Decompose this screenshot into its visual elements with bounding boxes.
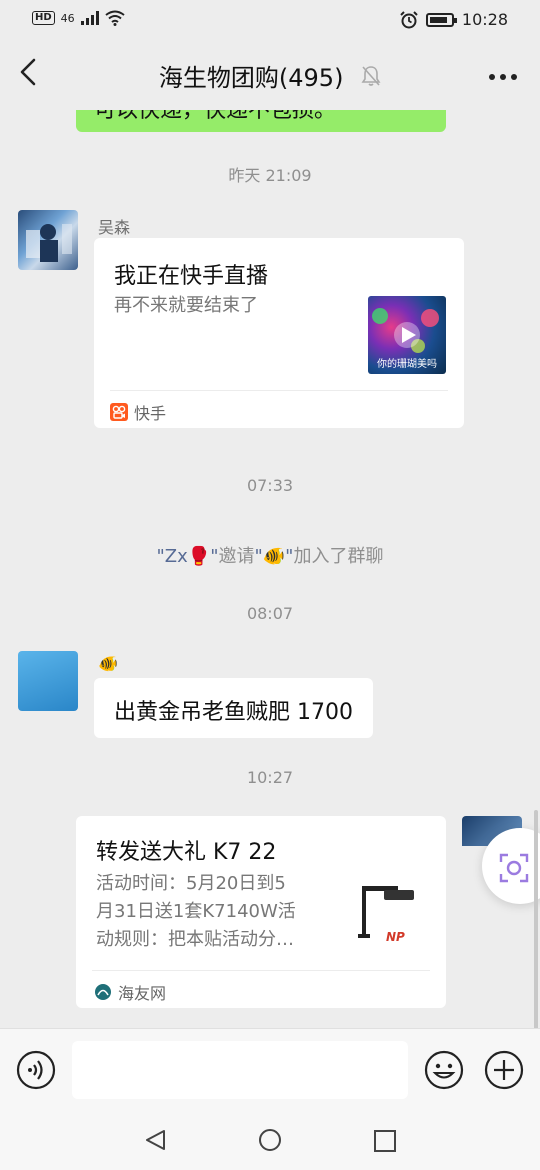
card-description: 再不来就要结束了 bbox=[114, 295, 258, 316]
link-card-kuaishou[interactable]: 我正在快手直播 再不来就要结束了 你的珊瑚美吗 快手 bbox=[94, 238, 464, 428]
card-description-line: 动规则：把本贴活动分… bbox=[96, 929, 294, 950]
hd-indicator: HD bbox=[32, 11, 55, 25]
more-icon[interactable] bbox=[488, 66, 518, 81]
sent-message-text: 可以快递，快递不包损。 bbox=[94, 110, 337, 123]
timestamp: 10:27 bbox=[246, 768, 294, 787]
invite-suffix: 加入了群聊 bbox=[293, 546, 384, 567]
network-type: 46 bbox=[60, 11, 75, 25]
received-message-bubble[interactable]: 出黄金吊老鱼贼肥 1700 bbox=[94, 678, 373, 738]
nav-recent-icon[interactable] bbox=[374, 1130, 396, 1152]
input-bar bbox=[0, 1028, 540, 1110]
system-message: "Zx🥊"邀请"🐠"加入了群聊 bbox=[0, 542, 540, 568]
card-source-name: 海友网 bbox=[118, 984, 167, 1003]
card-divider bbox=[92, 970, 430, 971]
battery-icon bbox=[425, 12, 457, 27]
thumbnail-caption: 你的珊瑚美吗 bbox=[377, 359, 437, 370]
clock: 10:28 bbox=[461, 10, 508, 29]
status-bar: HD 46 10:28 bbox=[0, 0, 540, 38]
wifi-icon bbox=[105, 10, 125, 26]
scrollbar[interactable] bbox=[534, 810, 538, 1028]
message-input[interactable] bbox=[72, 1041, 408, 1099]
avatar[interactable] bbox=[18, 651, 78, 711]
link-card-haiyou[interactable]: 转发送大礼 K7 22 活动时间：5月20日到5 月31日送1套K7140W活 … bbox=[76, 816, 446, 1008]
haiyou-logo-icon bbox=[95, 984, 111, 1000]
invitee-name[interactable]: "🐠" bbox=[254, 546, 293, 567]
message-text: 出黄金吊老鱼贼肥 1700 bbox=[114, 700, 353, 725]
chat-title-wrap: 海生物团购(495) bbox=[0, 58, 540, 93]
plus-icon[interactable] bbox=[484, 1050, 524, 1090]
system-nav-bar bbox=[0, 1110, 540, 1170]
sender-name: 吴森 bbox=[98, 218, 131, 237]
video-thumbnail: 你的珊瑚美吗 bbox=[368, 296, 446, 374]
card-description-line: 月31日送1套K7140W活 bbox=[96, 901, 296, 922]
product-thumbnail: NP bbox=[354, 878, 430, 954]
timestamp: 07:33 bbox=[246, 476, 294, 495]
card-description-line: 活动时间：5月20日到5 bbox=[96, 873, 286, 894]
card-title: 我正在快手直播 bbox=[114, 264, 269, 289]
sender-name: 🐠 bbox=[98, 654, 118, 673]
card-source: 海友网 bbox=[94, 980, 166, 1004]
chat-area[interactable]: 可以快递，快递不包损。 昨天 21:09 吴森 我正在快手直播 再不来就要结束了… bbox=[0, 110, 540, 1028]
chat-header: 海生物团购(495) bbox=[0, 38, 540, 110]
voice-icon[interactable] bbox=[16, 1050, 56, 1090]
card-title: 转发送大礼 K7 22 bbox=[96, 840, 277, 865]
timestamp: 08:07 bbox=[246, 604, 294, 623]
card-source: 快手 bbox=[110, 400, 166, 424]
nav-home-icon[interactable] bbox=[258, 1128, 282, 1152]
thumbnail-logo: NP bbox=[386, 930, 405, 944]
inviter-name[interactable]: "Zx🥊" bbox=[157, 546, 219, 567]
card-source-name: 快手 bbox=[134, 404, 167, 423]
sent-message-bubble[interactable]: 可以快递，快递不包损。 bbox=[76, 110, 446, 132]
card-divider bbox=[110, 390, 448, 391]
kuaishou-logo-icon bbox=[110, 403, 128, 421]
invite-verb: 邀请 bbox=[218, 546, 255, 567]
scan-icon bbox=[499, 853, 529, 883]
alarm-icon bbox=[400, 10, 418, 28]
avatar[interactable] bbox=[18, 210, 78, 270]
chat-title: 海生物团购(495) bbox=[158, 64, 344, 92]
card-description: 活动时间：5月20日到5 月31日送1套K7140W活 动规则：把本贴活动分… bbox=[96, 870, 296, 954]
nav-back-icon[interactable] bbox=[144, 1128, 168, 1152]
avatar-photo-icon bbox=[26, 224, 72, 262]
signal-icon bbox=[80, 11, 99, 25]
mute-bell-icon bbox=[361, 65, 381, 86]
emoji-icon[interactable] bbox=[424, 1050, 464, 1090]
timestamp: 昨天 21:09 bbox=[228, 166, 312, 185]
